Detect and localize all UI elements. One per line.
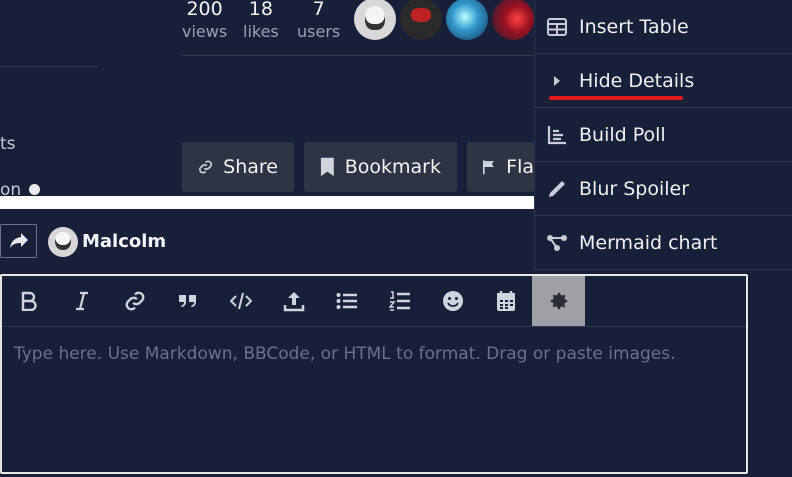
- user-avatar: [48, 227, 78, 257]
- link-icon: [199, 160, 213, 174]
- sidebar-text[interactable]: ts: [0, 134, 16, 154]
- bold-icon: [21, 291, 37, 311]
- pen-icon: [535, 179, 579, 199]
- bullet-list-button[interactable]: [320, 276, 373, 326]
- caret-right-icon: [535, 74, 579, 88]
- numbered-list-button[interactable]: [373, 276, 426, 326]
- menu-item-label: Insert Table: [579, 15, 689, 38]
- share-arrow-icon: [9, 233, 28, 248]
- highlight-underline: [549, 96, 683, 100]
- composer-editor[interactable]: Type here. Use Markdown, BBCode, or HTML…: [0, 274, 748, 474]
- participant-avatars: [354, 0, 534, 40]
- views-stat: 200 views: [182, 0, 227, 42]
- users-label: users: [297, 22, 341, 41]
- users-stat: 7 users: [297, 0, 340, 42]
- share-button[interactable]: Share: [182, 142, 294, 192]
- menu-item-insert-table[interactable]: Insert Table: [535, 0, 792, 54]
- stats-divider: [182, 55, 534, 56]
- flag-label: Fla: [506, 156, 534, 178]
- unread-dot: [29, 184, 40, 195]
- emoji-button[interactable]: [426, 276, 479, 326]
- italic-button[interactable]: [55, 276, 108, 326]
- diagram-icon: [535, 233, 579, 253]
- menu-item-mermaid-chart[interactable]: Mermaid chart: [535, 216, 792, 270]
- options-button[interactable]: [532, 276, 585, 326]
- bookmark-label: Bookmark: [344, 156, 441, 178]
- smile-icon: [442, 291, 463, 311]
- users-count: 7: [312, 0, 325, 20]
- avatar[interactable]: [446, 0, 488, 40]
- table-icon: [535, 17, 579, 36]
- bookmark-button[interactable]: Bookmark: [304, 142, 457, 192]
- menu-item-label: Hide Details: [579, 69, 695, 92]
- code-button[interactable]: [214, 276, 267, 326]
- italic-icon: [75, 291, 88, 311]
- editor-toolbar: [2, 276, 746, 327]
- menu-item-label: Blur Spoiler: [579, 177, 690, 200]
- link-icon: [125, 291, 144, 311]
- reply-to-button[interactable]: [0, 224, 37, 258]
- share-label: Share: [223, 156, 278, 178]
- section-divider: [0, 196, 534, 209]
- flag-button[interactable]: Fla: [467, 142, 534, 192]
- sidebar-divider: [0, 66, 98, 67]
- gear-icon: [550, 292, 567, 310]
- bold-button[interactable]: [2, 276, 55, 326]
- toolbar-options-menu: Insert Table Hide Details Build Poll Blu…: [534, 0, 792, 270]
- views-count: 200: [186, 0, 223, 20]
- composer-username[interactable]: Malcolm: [82, 231, 166, 252]
- views-label: views: [182, 22, 228, 41]
- code-icon: [229, 292, 252, 310]
- upload-icon: [283, 292, 304, 312]
- menu-item-blur-spoiler[interactable]: Blur Spoiler: [535, 162, 792, 216]
- bookmark-icon: [320, 157, 334, 177]
- bullet-list-icon: [336, 293, 357, 309]
- menu-item-label: Mermaid chart: [579, 231, 718, 254]
- quote-icon: [178, 295, 196, 307]
- avatar[interactable]: [492, 0, 534, 40]
- calendar-icon: [496, 291, 515, 311]
- likes-count: 18: [248, 0, 273, 20]
- chart-bar-icon: [535, 125, 579, 145]
- avatar[interactable]: [354, 0, 396, 40]
- upload-button[interactable]: [267, 276, 320, 326]
- menu-item-label: Build Poll: [579, 123, 666, 146]
- editor-placeholder[interactable]: Type here. Use Markdown, BBCode, or HTML…: [14, 344, 675, 364]
- flag-icon: [483, 160, 494, 175]
- link-button[interactable]: [108, 276, 161, 326]
- quote-button[interactable]: [161, 276, 214, 326]
- avatar[interactable]: [400, 0, 442, 40]
- menu-item-build-poll[interactable]: Build Poll: [535, 108, 792, 162]
- numbered-list-icon: [388, 291, 410, 311]
- likes-label: likes: [243, 22, 279, 41]
- date-button[interactable]: [479, 276, 532, 326]
- likes-stat: 18 likes: [243, 0, 279, 42]
